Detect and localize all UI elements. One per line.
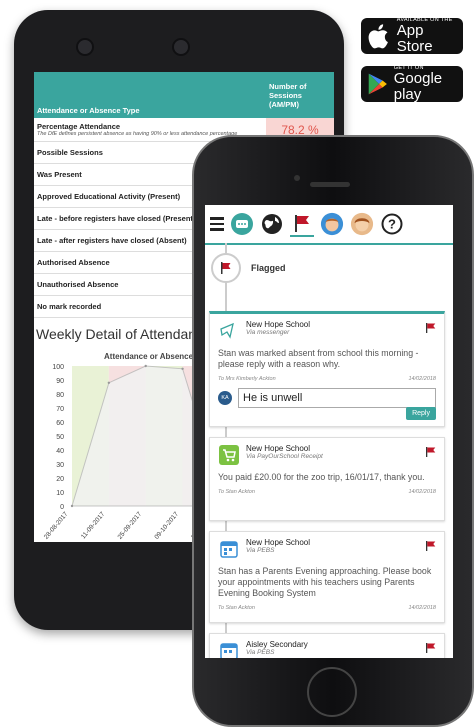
attendance-row-label: Late - after registers have closed (Abse… <box>37 236 187 245</box>
messages-screen: ? Flagged New Hope School Via messenger <box>205 205 453 658</box>
card-flag-icon[interactable] <box>426 640 436 658</box>
google-play-icon <box>368 73 387 95</box>
flagged-label: Flagged <box>251 263 286 273</box>
x-tick-label: 28-08-2017 <box>43 510 70 540</box>
google-play-large-text: Google play <box>393 70 443 103</box>
help-icon[interactable]: ? <box>380 212 404 236</box>
app-store-large-text: App Store <box>396 22 433 55</box>
sender-avatar: KA <box>218 391 232 405</box>
y-tick-label: 90 <box>56 378 64 385</box>
card-flag-icon[interactable] <box>426 320 436 338</box>
chart-point <box>181 367 184 370</box>
calendar-icon <box>218 538 240 560</box>
col-header-type: Attendance or Absence Type <box>34 72 266 118</box>
card-recipient: To Mrs Kimberly Ackton <box>218 376 276 382</box>
card-recipient: To Stan Ackton <box>218 489 255 495</box>
message-card[interactable]: Aisley Secondary Via PEBS <box>209 633 445 658</box>
attendance-row-label: Possible Sessions <box>37 148 103 157</box>
flag-filter-icon[interactable] <box>290 211 314 237</box>
messenger-card-icon <box>218 320 240 342</box>
y-tick-label: 70 <box>56 406 64 413</box>
message-card[interactable]: New Hope School Via PayOurSchool Receipt… <box>209 437 445 521</box>
card-via: Via PEBS <box>246 547 275 554</box>
card-body: Stan has a Parents Evening approaching. … <box>218 566 432 598</box>
reply-button[interactable]: Reply <box>406 407 436 420</box>
attendance-row-label: Was Present <box>37 170 82 179</box>
menu-icon[interactable] <box>210 217 224 231</box>
chart-point <box>144 364 147 368</box>
card-school: New Hope School <box>246 320 311 329</box>
flagged-section-header: Flagged <box>211 253 286 283</box>
card-body: You paid £20.00 for the zoo trip, 16/01/… <box>218 472 425 482</box>
card-via: Via PEBS <box>246 649 275 656</box>
attendance-row-label: Approved Educational Activity (Present) <box>37 192 181 201</box>
card-via: Via messenger <box>246 329 290 336</box>
x-tick-label: 11-09-2017 <box>80 511 107 541</box>
card-via: Via PayOurSchool Receipt <box>246 453 323 460</box>
y-tick-label: 20 <box>56 476 64 483</box>
y-tick-label: 80 <box>56 392 64 399</box>
y-tick-label: 0 <box>60 504 64 511</box>
chart-point <box>70 504 74 508</box>
svg-text:?: ? <box>388 217 396 232</box>
chart-title: Attendance or Absence <box>104 352 194 361</box>
message-card[interactable]: New Hope School Via PEBS Stan has a Pare… <box>209 531 445 623</box>
card-school: New Hope School <box>246 538 311 547</box>
app-store-badge[interactable]: AVAILABLE ON THE App Store <box>361 17 463 55</box>
chart-point <box>107 381 111 384</box>
back-phone-camera <box>172 38 190 56</box>
y-tick-label: 100 <box>52 364 64 371</box>
calendar-icon <box>218 640 240 658</box>
card-recipient: To Stan Ackton <box>218 605 255 611</box>
attendance-row-label: Unauthorised Absence <box>37 280 119 289</box>
app-toolbar: ? <box>205 205 453 245</box>
front-phone: ? Flagged New Hope School Via messenger <box>192 135 474 727</box>
speaker-grille <box>310 182 350 187</box>
front-camera <box>294 175 300 181</box>
reply-input[interactable]: He is unwell <box>238 388 436 408</box>
x-tick-label: 09-10-2017 <box>153 510 180 540</box>
y-tick-label: 40 <box>56 448 64 455</box>
y-tick-label: 60 <box>56 420 64 427</box>
card-date: 14/02/2018 <box>408 489 436 495</box>
card-date: 14/02/2018 <box>408 376 436 382</box>
message-card[interactable]: New Hope School Via messenger Stan was m… <box>209 311 445 427</box>
messenger-icon[interactable] <box>230 212 254 236</box>
card-flag-icon[interactable] <box>426 444 436 462</box>
back-phone-sensor <box>76 38 94 56</box>
card-flag-icon[interactable] <box>426 538 436 556</box>
card-school: New Hope School <box>246 444 311 453</box>
x-tick-label: 25-09-2017 <box>117 510 144 540</box>
home-button[interactable] <box>307 667 357 717</box>
card-date: 14/02/2018 <box>408 605 436 611</box>
y-tick-label: 10 <box>56 490 64 497</box>
y-tick-label: 50 <box>56 434 64 441</box>
attendance-row-label: Authorised Absence <box>37 258 110 267</box>
child-avatar-2[interactable] <box>350 212 374 236</box>
apple-icon <box>368 24 388 49</box>
flag-icon <box>211 253 241 283</box>
child-avatar-1[interactable] <box>320 212 344 236</box>
card-body: Stan was marked absent from school this … <box>218 348 419 369</box>
card-school: Aisley Secondary <box>246 640 308 649</box>
col-header-sessions: Number of Sessions (AM/PM) <box>266 72 334 118</box>
y-tick-label: 30 <box>56 462 64 469</box>
attendance-row-label: Late - before registers have closed (Pre… <box>37 214 196 223</box>
globe-icon[interactable] <box>260 212 284 236</box>
google-play-badge[interactable]: GET IT ON Google play <box>361 65 463 103</box>
attendance-row-label: Percentage Attendance <box>37 122 121 131</box>
attendance-row-label: No mark recorded <box>37 302 102 311</box>
shopping-cart-icon <box>218 444 240 466</box>
